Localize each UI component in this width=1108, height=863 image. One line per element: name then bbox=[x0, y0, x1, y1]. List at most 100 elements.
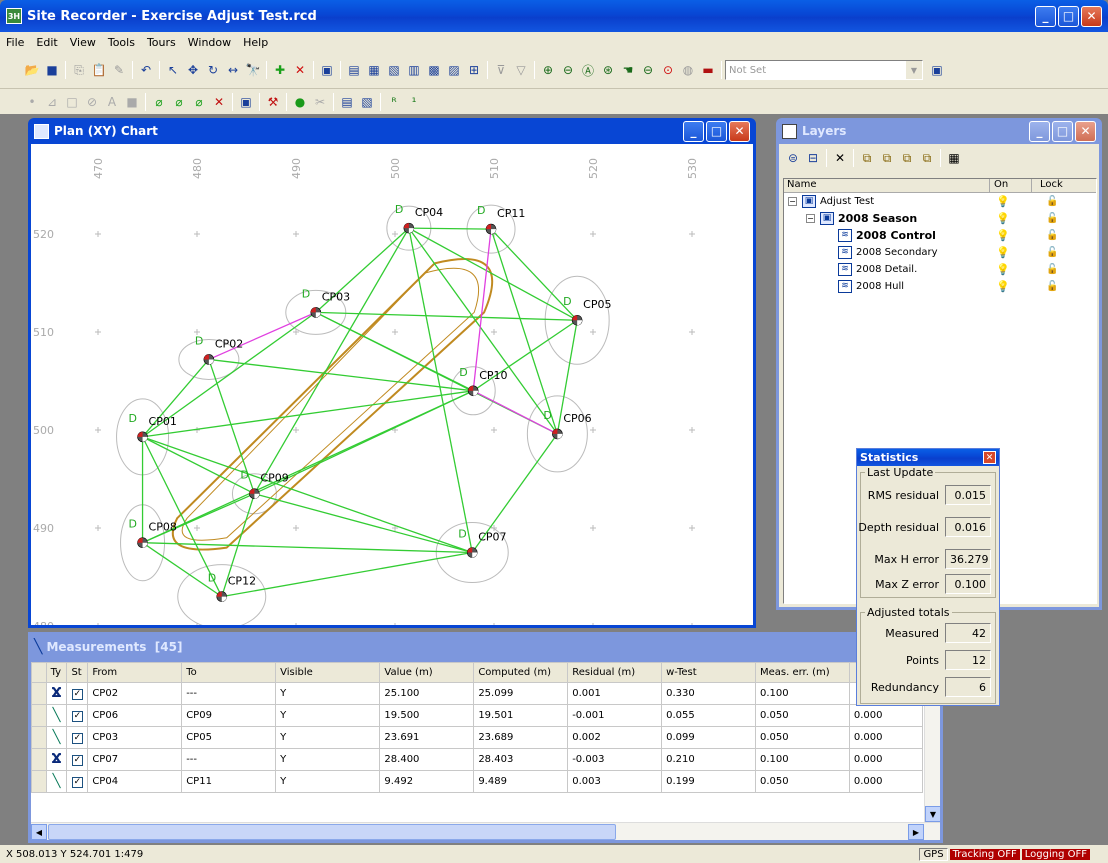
point-icon[interactable]: • bbox=[22, 92, 42, 112]
layer-new-icon[interactable]: ⊜ bbox=[783, 148, 803, 168]
status-cell[interactable]: ✓ bbox=[66, 748, 89, 771]
plan-chart-svg[interactable]: 470 480 490 500 510 520 530 520 510 500 490 480 D CP0… bbox=[31, 144, 753, 625]
control-point-add-icon[interactable]: ⌀ bbox=[169, 92, 189, 112]
plan-icon[interactable]: ▦ bbox=[364, 60, 384, 80]
table-row[interactable]: ╲ ✓ CP03 CP05 Y 23.691 23.689 0.002 0.099 0.050 0.… bbox=[31, 726, 924, 749]
status-cell[interactable]: ✓ bbox=[66, 770, 89, 793]
from-cell[interactable]: CP04 bbox=[87, 770, 183, 793]
table-row[interactable]: Ϫ ✓ CP02 --- Y 25.100 25.099 0.001 0.330 0.100 bbox=[31, 682, 924, 705]
measure-icon[interactable]: ↔ bbox=[223, 60, 243, 80]
scroll-down-button[interactable]: ▼ bbox=[925, 806, 940, 822]
text-icon[interactable]: A bbox=[102, 92, 122, 112]
grid-icon[interactable]: ▩ bbox=[424, 60, 444, 80]
column-header[interactable]: w-Test bbox=[661, 662, 756, 683]
zoom-in-icon[interactable]: ⊕ bbox=[538, 60, 558, 80]
tree-expander-icon[interactable]: − bbox=[806, 214, 815, 223]
from-cell[interactable]: CP07 bbox=[87, 748, 183, 771]
zoom-all-icon[interactable]: Ⓐ bbox=[578, 60, 598, 80]
copy-icon[interactable]: ⎘ bbox=[69, 60, 89, 80]
filter-icon[interactable]: ⊽ bbox=[491, 60, 511, 80]
menu-window[interactable]: Window bbox=[182, 36, 237, 49]
value-cell[interactable]: 19.500 bbox=[379, 704, 475, 727]
layer-props-icon[interactable]: ⊟ bbox=[803, 148, 823, 168]
row-header[interactable] bbox=[31, 770, 47, 793]
layer-select[interactable]: Not Set ▼ bbox=[725, 60, 923, 80]
layer-row[interactable]: −≋2008 Hull💡🔓 bbox=[784, 278, 1096, 295]
column-header[interactable]: Residual (m) bbox=[567, 662, 663, 683]
column-header[interactable]: Visible bbox=[275, 662, 381, 683]
properties-icon[interactable]: ▣ bbox=[317, 60, 337, 80]
visible-cell[interactable]: Y bbox=[275, 726, 381, 749]
plan-close-button[interactable]: ✕ bbox=[729, 120, 750, 142]
to-cell[interactable]: --- bbox=[181, 748, 277, 771]
zoom-out-icon[interactable]: ⊖ bbox=[558, 60, 578, 80]
table-row[interactable]: Ϫ ✓ CP07 --- Y 28.400 28.403 -0.003 0.210 0.100 0.… bbox=[31, 748, 924, 771]
move-icon[interactable]: ✥ bbox=[183, 60, 203, 80]
layer-row[interactable]: −≋2008 Detail.💡🔓 bbox=[784, 261, 1096, 278]
menu-view[interactable]: View bbox=[64, 36, 102, 49]
plan-canvas[interactable]: 470 480 490 500 510 520 530 520 510 500 490 480 D CP0… bbox=[31, 144, 753, 625]
zoom-prev-icon[interactable]: ⊖ bbox=[638, 60, 658, 80]
value-cell[interactable]: 28.400 bbox=[379, 748, 475, 771]
meas-err-cell[interactable]: 0.050 bbox=[754, 726, 850, 749]
lightbulb-icon[interactable]: 💡 bbox=[996, 195, 1010, 208]
column-header[interactable]: Value (m) bbox=[379, 662, 475, 683]
delete-icon[interactable]: ✕ bbox=[290, 60, 310, 80]
unlock-icon[interactable]: 🔓 bbox=[1046, 230, 1058, 241]
status-checkbox[interactable]: ✓ bbox=[71, 688, 83, 700]
layers-close-button[interactable]: ✕ bbox=[1075, 120, 1096, 142]
layers-col-on[interactable]: On bbox=[990, 179, 1032, 192]
lightbulb-icon[interactable]: 💡 bbox=[996, 246, 1010, 259]
value-cell[interactable]: 25.100 bbox=[379, 682, 475, 705]
column-header[interactable]: Computed (m) bbox=[473, 662, 569, 683]
funnel-icon[interactable]: ▽ bbox=[511, 60, 531, 80]
format-icon[interactable]: ✎ bbox=[109, 60, 129, 80]
to-cell[interactable]: CP05 bbox=[181, 726, 277, 749]
layer-top-icon[interactable]: ⧉ bbox=[897, 148, 917, 168]
chevron-down-icon[interactable]: ▼ bbox=[906, 61, 922, 79]
status-checkbox[interactable]: ✓ bbox=[71, 776, 83, 788]
status-cell[interactable]: ✓ bbox=[66, 682, 89, 705]
globe-icon[interactable]: ◍ bbox=[678, 60, 698, 80]
minimize-button[interactable]: _ bbox=[1035, 5, 1056, 27]
unlock-icon[interactable]: 🔓 bbox=[1046, 264, 1058, 275]
visible-cell[interactable]: Y bbox=[275, 704, 381, 727]
layers-icon[interactable]: ▤ bbox=[344, 60, 364, 80]
table-icon[interactable]: ▥ bbox=[404, 60, 424, 80]
status-checkbox[interactable]: ✓ bbox=[71, 710, 83, 722]
visible-cell[interactable]: Y bbox=[275, 748, 381, 771]
zoom-window-icon[interactable]: ⊛ bbox=[598, 60, 618, 80]
lightbulb-icon[interactable]: 💡 bbox=[996, 280, 1010, 293]
point-r-icon[interactable]: ᴿ bbox=[384, 92, 404, 112]
layer-row[interactable]: − ▣ Adjust Test 💡 🔓 bbox=[784, 193, 1096, 210]
rotate-icon[interactable]: ↻ bbox=[203, 60, 223, 80]
status-cell[interactable]: ✓ bbox=[66, 726, 89, 749]
add-icon[interactable]: ✚ bbox=[270, 60, 290, 80]
zoom-sel-icon[interactable]: ⊙ bbox=[658, 60, 678, 80]
frame-icon[interactable]: ▣ bbox=[236, 92, 256, 112]
meas-err-cell[interactable]: 0.100 bbox=[754, 682, 850, 705]
table-row[interactable]: ╲ ✓ CP04 CP11 Y 9.492 9.489 0.003 0.199 0.050 0.00… bbox=[31, 770, 924, 793]
polyline-icon[interactable]: ⊿ bbox=[42, 92, 62, 112]
image-icon[interactable]: ▨ bbox=[444, 60, 464, 80]
meas-err-cell[interactable]: 0.050 bbox=[754, 770, 850, 793]
disconnect-icon[interactable]: ✂ bbox=[310, 92, 330, 112]
menu-file[interactable]: File bbox=[0, 36, 30, 49]
value-cell[interactable]: 23.691 bbox=[379, 726, 475, 749]
column-header[interactable]: To bbox=[181, 662, 277, 683]
control-point-icon[interactable]: ⌀ bbox=[149, 92, 169, 112]
column-header[interactable]: From bbox=[87, 662, 183, 683]
to-cell[interactable]: CP11 bbox=[181, 770, 277, 793]
point-1-icon[interactable]: ¹ bbox=[404, 92, 424, 112]
remove-icon[interactable]: ✕ bbox=[209, 92, 229, 112]
column-header[interactable]: St bbox=[66, 662, 89, 683]
unlock-icon[interactable]: 🔓 bbox=[1046, 196, 1058, 207]
lightbulb-icon[interactable]: 💡 bbox=[996, 212, 1010, 225]
undo-icon[interactable]: ↶ bbox=[136, 60, 156, 80]
scroll-left-button[interactable]: ◀ bbox=[31, 824, 47, 840]
menu-help[interactable]: Help bbox=[237, 36, 274, 49]
row-header[interactable] bbox=[31, 748, 47, 771]
layers-col-lock[interactable]: Lock bbox=[1032, 179, 1082, 192]
layer-down-icon[interactable]: ⧉ bbox=[877, 148, 897, 168]
layer-bottom-icon[interactable]: ⧉ bbox=[917, 148, 937, 168]
